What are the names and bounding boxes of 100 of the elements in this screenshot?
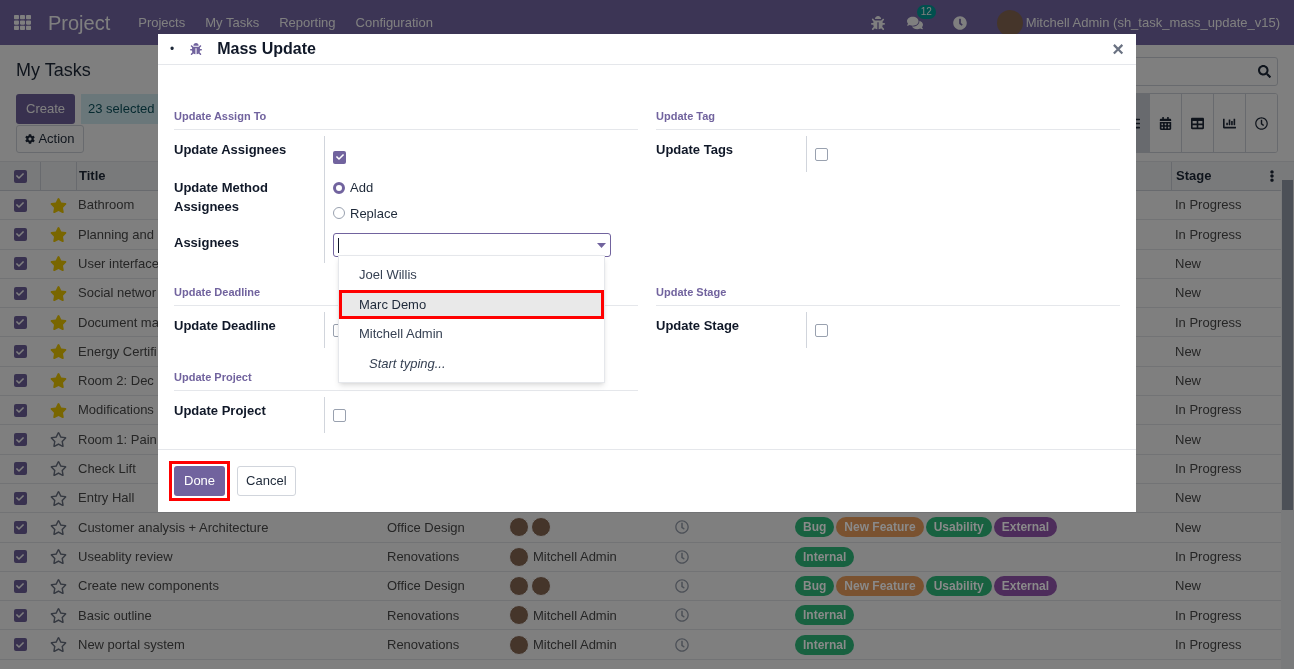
select-all-checkbox[interactable] [13,169,27,183]
section-title: Update Project [174,371,252,383]
view-switch-button[interactable] [1245,94,1277,152]
radio-button[interactable] [333,207,345,220]
stage-text: New [1175,285,1201,301]
row-checkbox[interactable] [13,286,27,300]
clock-icon[interactable] [675,579,689,593]
field-label: Update Stage [656,317,741,335]
avatar-icon [509,517,529,538]
row-checkbox[interactable] [13,520,27,534]
column-header[interactable]: Stage [1176,166,1212,186]
checkbox[interactable] [333,409,346,422]
star-icon[interactable] [49,372,67,390]
clock-icon [1255,116,1268,130]
column-header[interactable]: Title [79,166,106,186]
search-icon[interactable] [1258,65,1271,78]
cancel-button[interactable]: Cancel [237,466,296,496]
star-icon[interactable] [49,284,67,302]
star-icon[interactable] [49,196,67,214]
check-icon [16,523,24,532]
assignees-field[interactable] [333,233,611,257]
menu-item[interactable]: Reporting [279,12,336,33]
star-icon[interactable] [49,225,67,243]
user-menu[interactable]: Mitchell Admin (sh_task_mass_update_v15) [1025,12,1280,33]
clock-icon[interactable] [675,637,689,652]
check-icon [16,494,24,503]
tag: External [993,517,1058,538]
app-name[interactable]: Project [48,7,111,38]
dropdown-option[interactable]: Mitchell Admin [339,319,604,349]
start-typing-hint[interactable]: Start typing... [339,348,604,378]
apps-grid-icon[interactable] [14,14,31,31]
star-outline-icon[interactable] [49,636,67,654]
gear-icon [25,134,36,144]
row-checkbox[interactable] [13,491,27,505]
star-outline-icon[interactable] [49,548,67,566]
star-outline-icon[interactable] [49,577,67,595]
star-icon[interactable] [49,313,67,331]
radio-button[interactable] [333,181,345,194]
close-button[interactable]: × [1112,39,1124,59]
row-checkbox[interactable] [13,433,27,446]
caret-icon [597,242,606,248]
scrollbar[interactable] [1281,162,1294,669]
action-button[interactable]: Action [16,125,84,153]
stage-text: In Progress [1175,314,1242,330]
row-checkbox[interactable] [13,638,27,652]
done-button[interactable]: Done [174,466,226,496]
stage-text: New [1175,256,1201,271]
user-avatar[interactable] [996,9,1023,36]
check-icon [16,640,24,649]
row-checkbox[interactable] [13,550,27,564]
star-outline-icon[interactable] [49,460,67,478]
star-outline-icon[interactable] [49,489,67,507]
dropdown-option[interactable]: Marc Demo [339,289,604,319]
check-icon [16,172,24,180]
checkbox[interactable] [815,148,828,161]
page-title: My Tasks [16,59,92,82]
row-checkbox[interactable] [13,608,27,622]
menu-item[interactable]: Configuration [355,12,433,33]
kebab-menu-icon[interactable] [1267,170,1277,182]
task-title: Bathroom [78,197,135,213]
row-checkbox[interactable] [13,227,27,241]
task-title: Modifications [78,402,154,418]
create-button[interactable]: Create [16,94,76,124]
menu-item[interactable]: Projects [138,12,186,33]
task-title: Document ma [78,314,159,330]
radio-label[interactable]: Replace [350,203,398,223]
radio-label[interactable]: Add [350,178,374,198]
star-outline-icon[interactable] [49,431,67,448]
row-checkbox[interactable] [13,345,27,359]
row-checkbox[interactable] [13,579,27,593]
star-icon[interactable] [49,255,67,273]
star-icon[interactable] [49,343,67,361]
tag: Internal [795,605,855,626]
row-checkbox[interactable] [13,257,27,271]
clock-icon[interactable] [675,608,689,623]
star-icon[interactable] [49,401,67,419]
row-checkbox[interactable] [13,315,27,329]
checkbox[interactable] [815,324,828,337]
tag: Usability [925,576,992,596]
clock-icon[interactable] [675,520,689,535]
clock-icon[interactable] [952,15,967,30]
stage-text: New [1175,373,1201,389]
menu-item[interactable]: My Tasks [205,12,260,33]
row-checkbox[interactable] [13,403,27,417]
checkbox[interactable] [333,150,346,164]
row-checkbox[interactable] [13,198,27,212]
bug-icon[interactable] [870,15,885,30]
row-checkbox[interactable] [13,462,27,476]
project-name: Renovations [387,548,460,564]
star-outline-icon[interactable] [49,518,67,536]
tag: Bug [795,517,835,538]
check-icon [16,347,24,356]
dropdown-option[interactable]: Joel Willis [339,260,604,290]
star-outline-icon[interactable] [49,606,67,624]
task-title: Social networ [78,285,157,301]
clock-icon[interactable] [675,549,689,564]
chat-icon[interactable] [906,14,923,31]
stage-text: New [1175,343,1201,359]
stage-text: In Progress [1175,548,1242,564]
row-checkbox[interactable] [13,374,27,388]
